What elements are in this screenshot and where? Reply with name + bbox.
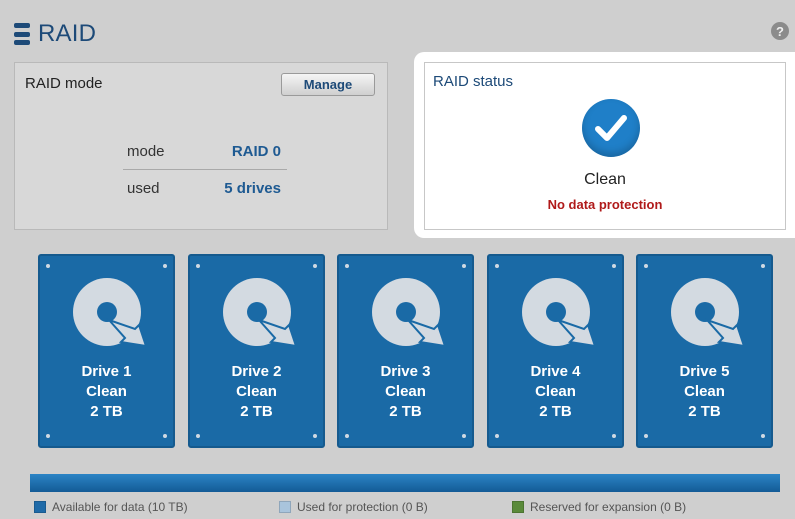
capacity-bar xyxy=(30,474,780,492)
legend-protection: Used for protection (0 B) xyxy=(279,500,428,514)
disk-platter-icon xyxy=(73,278,148,348)
drive-name: Drive 4 xyxy=(530,363,581,380)
screw-icon xyxy=(644,264,648,268)
drive-info: Drive 5 Clean 2 TB xyxy=(638,362,771,422)
mode-value: RAID 0 xyxy=(231,142,281,160)
raid-mode-title: RAID mode xyxy=(25,75,103,92)
screw-icon xyxy=(495,264,499,268)
drive-card-4[interactable]: Drive 4 Clean 2 TB xyxy=(487,254,624,448)
legend-swatch-expansion xyxy=(512,501,524,513)
screw-icon xyxy=(345,264,349,268)
screw-icon xyxy=(462,264,466,268)
drive-size: 2 TB xyxy=(688,403,721,420)
disk-platter-icon xyxy=(223,278,298,348)
database-icon xyxy=(14,23,30,45)
screw-icon xyxy=(313,264,317,268)
drive-card-2[interactable]: Drive 2 Clean 2 TB xyxy=(188,254,325,448)
raid-status-warning: No data protection xyxy=(547,197,663,212)
screw-icon xyxy=(345,434,349,438)
drive-card-5[interactable]: Drive 5 Clean 2 TB xyxy=(636,254,773,448)
screw-icon xyxy=(163,434,167,438)
screw-icon xyxy=(495,434,499,438)
screw-icon xyxy=(196,264,200,268)
drive-card-1[interactable]: Drive 1 Clean 2 TB xyxy=(38,254,175,448)
disk-platter-icon xyxy=(671,278,746,348)
screw-icon xyxy=(761,264,765,268)
page-title: RAID xyxy=(38,20,97,47)
drive-name: Drive 2 xyxy=(231,363,282,380)
drive-info: Drive 2 Clean 2 TB xyxy=(190,362,323,422)
drive-name: Drive 1 xyxy=(81,363,132,380)
legend-label-available: Available for data (10 TB) xyxy=(52,500,188,514)
drive-card-3[interactable]: Drive 3 Clean 2 TB xyxy=(337,254,474,448)
drive-size: 2 TB xyxy=(389,403,422,420)
raid-status-text: Clean xyxy=(584,171,626,188)
screw-icon xyxy=(313,434,317,438)
legend-expansion: Reserved for expansion (0 B) xyxy=(512,500,686,514)
raid-mode-panel: RAID mode Manage mode RAID 0 used 5 driv… xyxy=(14,62,388,230)
screw-icon xyxy=(761,434,765,438)
page-header: RAID xyxy=(14,14,96,54)
used-value: 5 drives xyxy=(224,179,281,197)
mode-row: mode RAID 0 xyxy=(123,133,287,170)
legend-swatch-available xyxy=(34,501,46,513)
screw-icon xyxy=(644,434,648,438)
drive-info: Drive 3 Clean 2 TB xyxy=(339,362,472,422)
drive-status: Clean xyxy=(236,383,277,400)
used-label: used xyxy=(127,179,160,197)
drive-info: Drive 4 Clean 2 TB xyxy=(489,362,622,422)
raid-status-highlight: RAID status Clean No data protection xyxy=(414,52,795,238)
disk-platter-icon xyxy=(372,278,447,348)
used-row: used 5 drives xyxy=(123,170,287,206)
check-icon xyxy=(582,99,640,157)
screw-icon xyxy=(612,434,616,438)
drive-status: Clean xyxy=(684,383,725,400)
raid-status-panel: RAID status Clean No data protection xyxy=(424,62,786,230)
mode-label: mode xyxy=(127,142,165,160)
drive-status: Clean xyxy=(86,383,127,400)
screw-icon xyxy=(462,434,466,438)
help-icon[interactable]: ? xyxy=(771,22,789,40)
screw-icon xyxy=(46,264,50,268)
drive-name: Drive 3 xyxy=(380,363,431,380)
raid-mode-table: mode RAID 0 used 5 drives xyxy=(123,133,287,206)
raid-status-title: RAID status xyxy=(433,73,514,90)
drive-size: 2 TB xyxy=(90,403,123,420)
screw-icon xyxy=(196,434,200,438)
drive-size: 2 TB xyxy=(539,403,572,420)
drive-size: 2 TB xyxy=(240,403,273,420)
screw-icon xyxy=(612,264,616,268)
legend-label-protection: Used for protection (0 B) xyxy=(297,500,428,514)
drive-info: Drive 1 Clean 2 TB xyxy=(40,362,173,422)
drive-name: Drive 5 xyxy=(679,363,730,380)
screw-icon xyxy=(163,264,167,268)
drive-status: Clean xyxy=(535,383,576,400)
legend-swatch-protection xyxy=(279,501,291,513)
drive-status: Clean xyxy=(385,383,426,400)
legend-label-expansion: Reserved for expansion (0 B) xyxy=(530,500,687,514)
manage-button[interactable]: Manage xyxy=(281,73,375,96)
legend-available: Available for data (10 TB) xyxy=(34,500,188,514)
screw-icon xyxy=(46,434,50,438)
disk-platter-icon xyxy=(522,278,597,348)
